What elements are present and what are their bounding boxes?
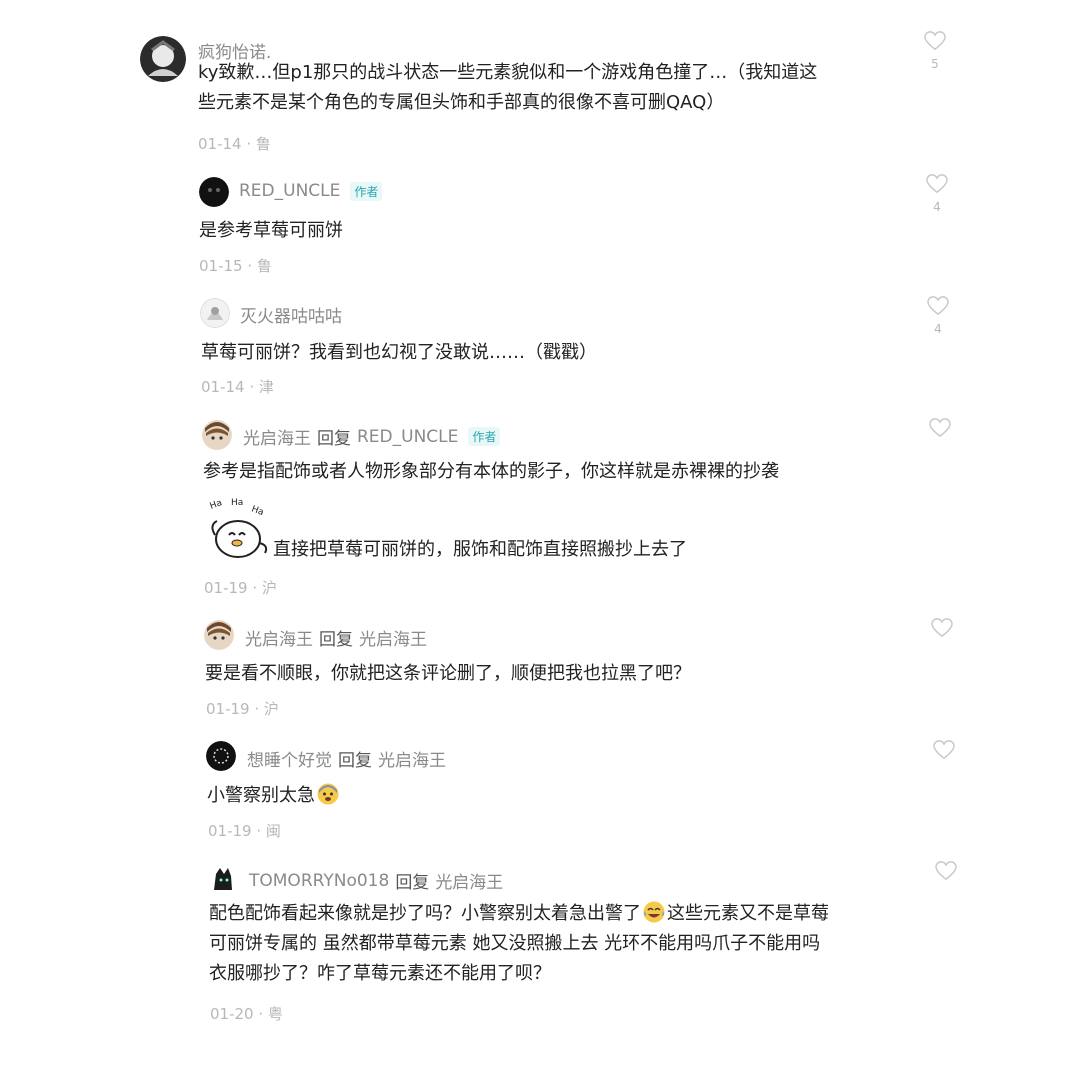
- avatar[interactable]: [199, 177, 229, 207]
- comment-line: 参考是指配饰或者人物形象部分有本体的影子，你这样就是赤裸裸的抄袭: [203, 461, 779, 482]
- comment-line: 些元素不是某个角色的专属但头饰和手部真的很像不喜可删QAQ）: [198, 92, 725, 113]
- like-count: 5: [931, 57, 939, 71]
- heart-outline-icon: [933, 740, 955, 760]
- comment-line: 是参考草莓可丽饼: [199, 220, 343, 241]
- like-button[interactable]: [928, 418, 952, 438]
- comment-meta: 01-20 · 粤: [210, 1005, 283, 1023]
- reply-label: 回复: [317, 429, 351, 449]
- username[interactable]: 光启海王: [245, 625, 313, 650]
- comment-line: 可丽饼专属的 虽然都带草莓元素 她又没照搬上去 光环不能用吗爪子不能用吗: [209, 933, 821, 954]
- comment-meta: 01-19 · 沪: [206, 700, 279, 718]
- comment-line: ky致歉…但p1那只的战斗状态一些元素貌似和一个游戏角色撞了…（我知道这: [198, 62, 818, 83]
- comment-line: 小警察别太急: [207, 785, 315, 806]
- reply-target[interactable]: 光启海王: [435, 868, 503, 893]
- comment-text: 参考是指配饰或者人物形象部分有本体的影子，你这样就是赤裸裸的抄袭: [203, 457, 779, 487]
- reply-label: 回复: [338, 751, 372, 771]
- fearful-face-emoji-icon: [317, 783, 339, 805]
- heart-outline-icon: [924, 31, 946, 51]
- comment-meta: 01-19 · 沪: [204, 579, 277, 597]
- heart-outline-icon: [926, 174, 948, 194]
- sticker-text: Ha: [250, 504, 265, 518]
- like-button[interactable]: 4: [925, 174, 949, 214]
- sticker-text: Ha: [231, 498, 243, 508]
- comment-header: 想睡个好觉 回复 光启海王: [247, 746, 446, 771]
- like-button[interactable]: [934, 861, 958, 881]
- comment-meta: 01-14 · 津: [201, 378, 274, 396]
- sticker-text: Ha: [209, 498, 224, 512]
- comment-meta: 01-15 · 鲁: [199, 257, 272, 275]
- like-count: 4: [933, 200, 941, 214]
- avatar[interactable]: [202, 420, 232, 450]
- author-badge: 作者: [350, 181, 383, 201]
- comment-text: 草莓可丽饼？我看到也幻视了没敢说……（戳戳）: [201, 338, 597, 368]
- avatar[interactable]: [206, 741, 236, 771]
- username[interactable]: 灭火器咕咕咕: [240, 302, 342, 327]
- comment-header: 光启海王 回复 RED_UNCLE 作者: [243, 424, 501, 449]
- comment-header: 灭火器咕咕咕: [240, 302, 342, 327]
- like-button[interactable]: 5: [923, 31, 947, 71]
- like-count: 4: [934, 322, 942, 336]
- comment-line: 直接把草莓可丽饼的，服饰和配饰直接照搬抄上去了: [273, 539, 687, 560]
- username[interactable]: 光启海王: [243, 424, 311, 449]
- comment-text: 要是看不顺眼，你就把这条评论删了，顺便把我也拉黑了吧？: [205, 659, 691, 689]
- comment-text: 直接把草莓可丽饼的，服饰和配饰直接照搬抄上去了: [273, 535, 687, 565]
- comment-line: 衣服哪抄了？咋了草莓元素还不能用了呗？: [209, 963, 551, 984]
- heart-outline-icon: [931, 618, 953, 638]
- comment-meta: 01-19 · 闽: [208, 822, 281, 840]
- reply-target[interactable]: 光启海王: [359, 625, 427, 650]
- comment-header: 光启海王 回复 光启海王: [245, 625, 427, 650]
- comment-header: TOMORRYNo018 回复 光启海王: [249, 868, 503, 894]
- avatar[interactable]: [200, 298, 230, 328]
- username[interactable]: 想睡个好觉: [247, 746, 332, 771]
- avatar[interactable]: [140, 36, 186, 82]
- avatar[interactable]: [204, 620, 234, 650]
- username[interactable]: RED_UNCLE: [239, 181, 340, 201]
- comment-line-1: 配色配饰看起来像就是抄了吗？小警察别太着急出警了 这些元素又不是草莓: [209, 901, 829, 924]
- like-button[interactable]: 4: [926, 296, 950, 336]
- avatar[interactable]: [208, 864, 238, 894]
- comment-line: 草莓可丽饼？我看到也幻视了没敢说……（戳戳）: [201, 342, 597, 363]
- comment-meta: 01-14 · 鲁: [198, 135, 271, 153]
- like-button[interactable]: [930, 618, 954, 638]
- heart-outline-icon: [927, 296, 949, 316]
- reply-target[interactable]: 光启海王: [378, 746, 446, 771]
- heart-outline-icon: [929, 418, 951, 438]
- tears-of-joy-emoji-icon: [643, 901, 665, 923]
- comment-header: RED_UNCLE 作者: [239, 181, 383, 201]
- laughing-chick-sticker: Ha Ha Ha: [205, 495, 273, 563]
- reply-label: 回复: [319, 630, 353, 650]
- comment-line: 要是看不顺眼，你就把这条评论删了，顺便把我也拉黑了吧？: [205, 663, 691, 684]
- author-badge: 作者: [468, 427, 501, 446]
- comment-text: 配色配饰看起来像就是抄了吗？小警察别太着急出警了 这些元素又不是草莓 可丽饼专属的…: [209, 899, 829, 989]
- heart-outline-icon: [935, 861, 957, 881]
- comment-text: ky致歉…但p1那只的战斗状态一些元素貌似和一个游戏角色撞了…（我知道这 些元素…: [198, 58, 817, 118]
- username[interactable]: TOMORRYNo018: [249, 871, 389, 891]
- comment-text: 小警察别太急: [207, 781, 341, 811]
- comment-text: 是参考草莓可丽饼: [199, 216, 343, 246]
- reply-target[interactable]: RED_UNCLE: [357, 427, 458, 447]
- like-button[interactable]: [932, 740, 956, 760]
- reply-label: 回复: [395, 873, 430, 893]
